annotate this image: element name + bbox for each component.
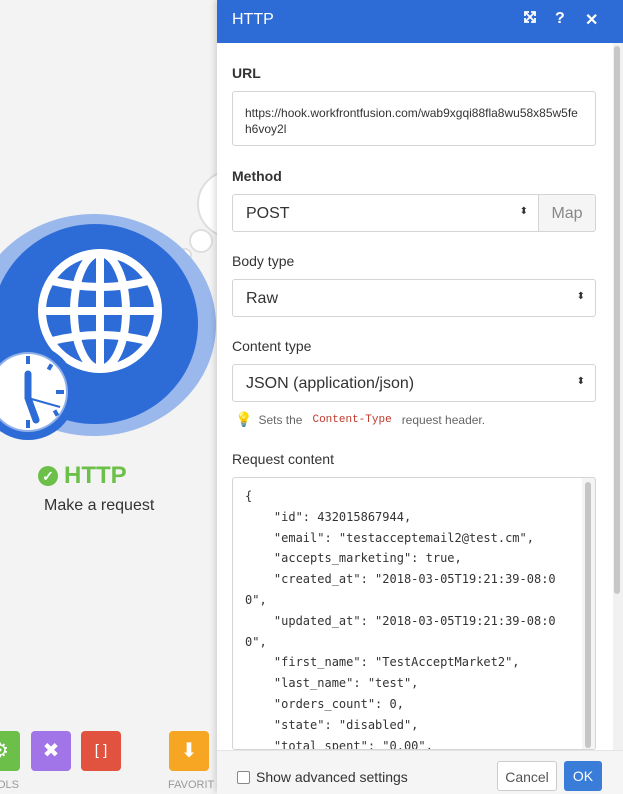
http-settings-dialog: HTTP ? ✕ URL https://hook.workfrontfusio… bbox=[217, 0, 623, 794]
gear-icon: ⚙ bbox=[0, 740, 9, 762]
module-name: HTTP bbox=[64, 462, 127, 489]
advanced-settings-toggle[interactable]: Show advanced settings bbox=[237, 769, 408, 785]
advanced-settings-label: Show advanced settings bbox=[256, 769, 408, 785]
lightbulb-icon: 💡 bbox=[235, 411, 253, 427]
request-content-textarea[interactable]: { "id": 432015867944, "email": "testacce… bbox=[232, 477, 596, 750]
tools-label: OLS bbox=[0, 779, 20, 791]
select-arrows-icon: ⬍ bbox=[576, 376, 585, 387]
method-label: Method bbox=[232, 168, 282, 184]
select-arrows-icon: ⬍ bbox=[519, 206, 528, 217]
dialog-header: HTTP ? ✕ bbox=[217, 0, 623, 43]
content-type-hint: 💡 Sets the Content-Type request header. bbox=[235, 411, 485, 428]
brackets-icon: [ ] bbox=[94, 742, 108, 759]
module-connector-notch bbox=[204, 313, 216, 337]
dialog-body[interactable]: URL https://hook.workfrontfusion.com/wab… bbox=[217, 43, 613, 750]
maximize-icon[interactable] bbox=[523, 10, 537, 24]
body-type-value: Raw bbox=[246, 290, 279, 307]
favorites-label: FAVORIT bbox=[168, 779, 215, 791]
settings-tool-button[interactable]: ⚙ bbox=[0, 731, 20, 771]
method-select[interactable]: POST ⬍ bbox=[232, 194, 539, 232]
module-subtitle: Make a request bbox=[44, 497, 155, 514]
body-type-label: Body type bbox=[232, 253, 295, 269]
cancel-button[interactable]: Cancel bbox=[497, 761, 557, 791]
map-toggle-button[interactable]: Map bbox=[539, 194, 596, 232]
close-icon[interactable]: ✕ bbox=[585, 10, 598, 30]
connector-dot bbox=[189, 229, 213, 253]
hint-code: Content-Type bbox=[312, 413, 392, 426]
help-icon[interactable]: ? bbox=[555, 10, 565, 28]
dialog-title: HTTP bbox=[232, 11, 274, 28]
tools-icon: ✖ bbox=[42, 740, 60, 762]
advanced-settings-checkbox[interactable] bbox=[237, 770, 250, 784]
request-content-scroll-thumb[interactable] bbox=[585, 482, 591, 748]
request-content-label: Request content bbox=[232, 451, 334, 467]
method-value: POST bbox=[246, 205, 290, 222]
dialog-scroll-thumb[interactable] bbox=[614, 46, 620, 594]
request-content-text: { "id": 432015867944, "email": "testacce… bbox=[245, 489, 556, 750]
module-title: ✓ HTTP bbox=[38, 462, 127, 490]
favorites-icon: ⬇ bbox=[180, 740, 198, 762]
content-type-label: Content type bbox=[232, 338, 312, 354]
ok-button[interactable]: OK bbox=[564, 761, 602, 791]
url-input[interactable]: https://hook.workfrontfusion.com/wab9xgq… bbox=[232, 91, 596, 146]
hint-prefix: Sets the bbox=[258, 412, 303, 427]
flow-control-button[interactable]: [ ] bbox=[81, 731, 121, 771]
success-check-icon: ✓ bbox=[38, 466, 58, 486]
tools-button[interactable]: ✖ bbox=[31, 731, 71, 771]
hint-suffix: request header. bbox=[401, 412, 486, 427]
clock-icon[interactable] bbox=[0, 342, 78, 442]
url-label: URL bbox=[232, 65, 261, 81]
favorites-button[interactable]: ⬇ bbox=[169, 731, 209, 771]
content-type-select[interactable]: JSON (application/json) ⬍ bbox=[232, 364, 596, 402]
content-type-value: JSON (application/json) bbox=[246, 375, 415, 392]
body-type-select[interactable]: Raw ⬍ bbox=[232, 279, 596, 317]
select-arrows-icon: ⬍ bbox=[576, 291, 585, 302]
dialog-footer: Show advanced settings Cancel OK bbox=[217, 750, 623, 794]
